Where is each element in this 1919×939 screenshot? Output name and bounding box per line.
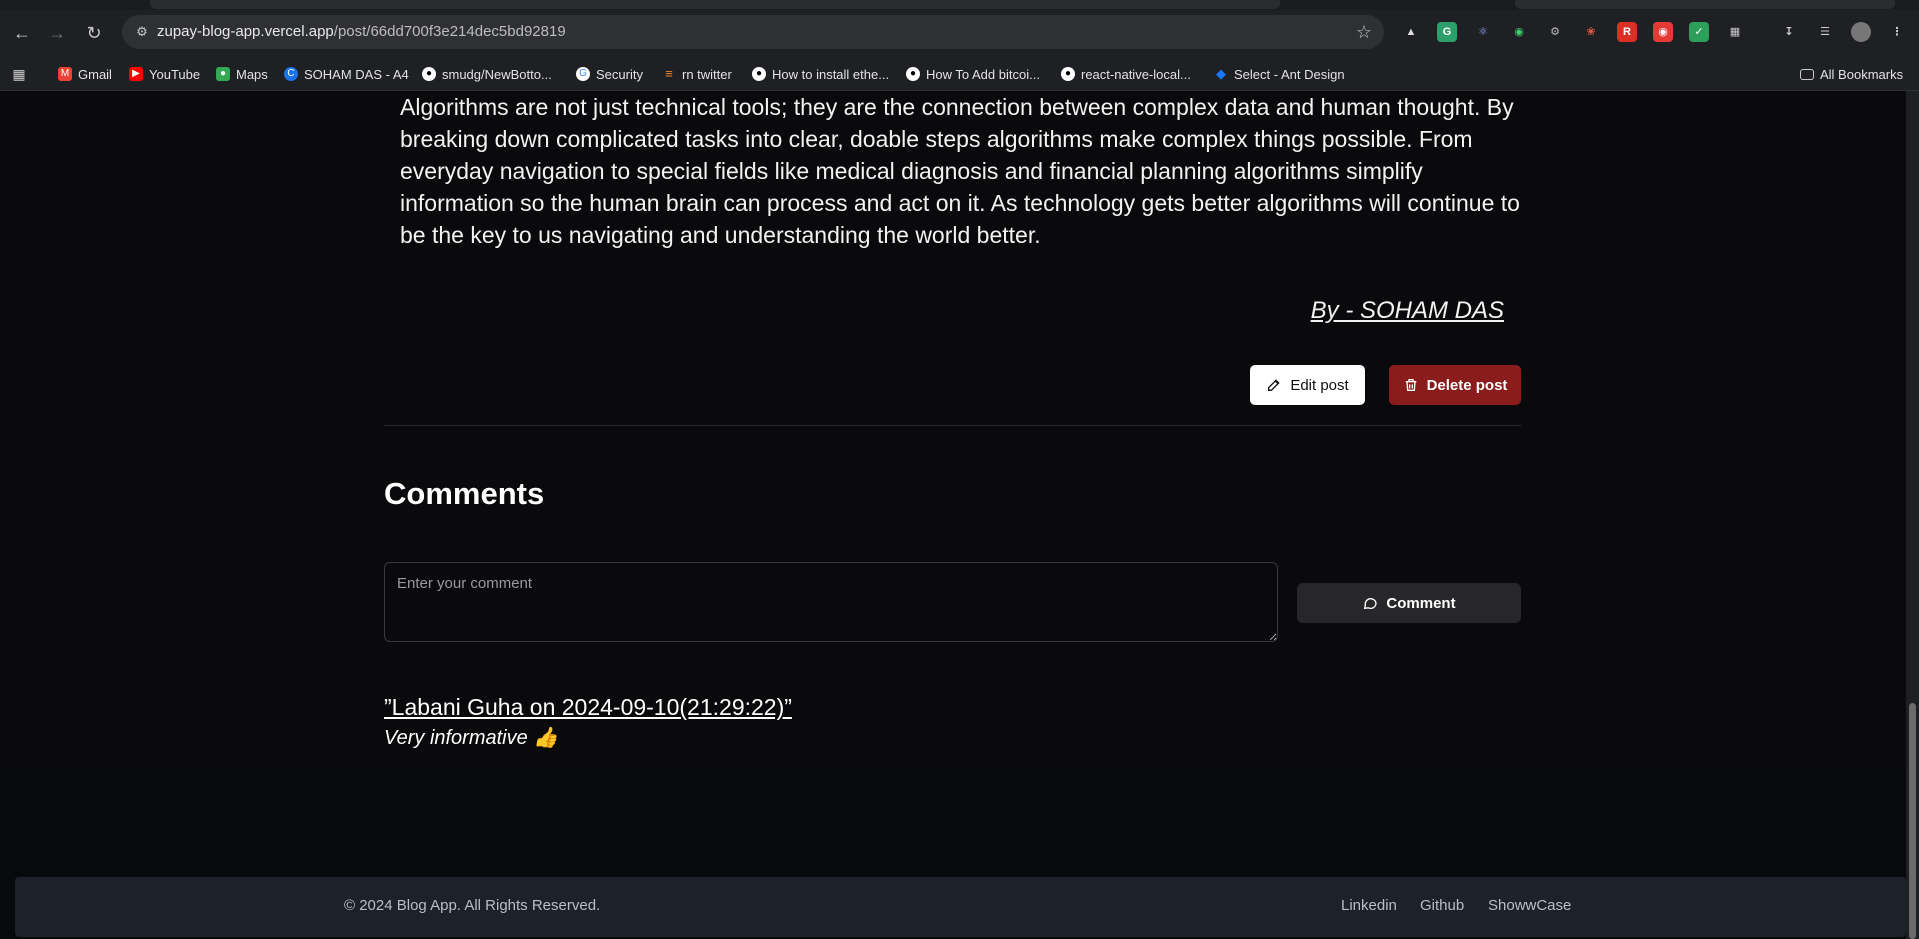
extension-red-icon[interactable]: R bbox=[1617, 22, 1637, 42]
site-settings-icon[interactable]: ⚙ bbox=[134, 24, 150, 40]
url-host: zupay-blog-app.vercel.app bbox=[157, 23, 334, 40]
google-icon: G bbox=[576, 67, 590, 81]
bookmark-rn-twitter[interactable]: ≡ rn twitter bbox=[662, 64, 732, 84]
bookmark-gmail[interactable]: M Gmail bbox=[58, 64, 112, 84]
github-icon: ● bbox=[1061, 67, 1075, 81]
pencil-icon bbox=[1268, 379, 1280, 391]
extension-react-icon[interactable]: ⚛ bbox=[1473, 22, 1493, 42]
bookmark-react-native-local[interactable]: ● react-native-local... bbox=[1061, 64, 1191, 84]
comment-submit-label: Comment bbox=[1386, 594, 1456, 612]
bookmark-add-bitcoin[interactable]: ● How To Add bitcoi... bbox=[906, 64, 1040, 84]
extension-triangle-icon[interactable]: ▲ bbox=[1401, 22, 1421, 42]
bookmark-label: react-native-local... bbox=[1081, 66, 1191, 82]
footer-link-showwcase[interactable]: ShowwCase bbox=[1488, 897, 1571, 914]
url-text: zupay-blog-app.vercel.app/post/66dd700f3… bbox=[157, 23, 566, 40]
github-icon: ● bbox=[752, 67, 766, 81]
browser-toolbar: ← → ↻ ⚙ zupay-blog-app.vercel.app/post/6… bbox=[0, 10, 1919, 56]
bookmark-maps[interactable]: ● Maps bbox=[216, 64, 268, 84]
edit-post-button[interactable]: Edit post bbox=[1250, 365, 1365, 405]
extension-shield-icon[interactable]: ✓ bbox=[1689, 22, 1709, 42]
footer-copyright: © 2024 Blog App. All Rights Reserved. bbox=[344, 897, 601, 914]
bookmark-smudg[interactable]: ● smudg/NewBotto... bbox=[422, 64, 552, 84]
article-paragraph: Algorithms are not just technical tools;… bbox=[400, 94, 1520, 248]
browser-chrome: ← → ↻ ⚙ zupay-blog-app.vercel.app/post/6… bbox=[0, 0, 1919, 91]
antd-icon: ◆ bbox=[1216, 66, 1226, 81]
address-bar[interactable]: ⚙ zupay-blog-app.vercel.app/post/66dd700… bbox=[122, 15, 1384, 49]
scrollbar-thumb[interactable] bbox=[1909, 703, 1916, 939]
extension-target-icon[interactable]: ◉ bbox=[1509, 22, 1529, 42]
stack-icon: ≡ bbox=[665, 66, 673, 81]
page-scrollbar[interactable] bbox=[1906, 91, 1919, 939]
edit-post-label: Edit post bbox=[1290, 376, 1349, 394]
bookmark-install-ethe[interactable]: ● How to install ethe... bbox=[752, 64, 889, 84]
bookmark-star-icon[interactable]: ☆ bbox=[1356, 22, 1372, 43]
youtube-icon: ▶ bbox=[129, 67, 143, 81]
message-circle-icon bbox=[1364, 598, 1378, 610]
bookmark-label: How To Add bitcoi... bbox=[926, 66, 1040, 82]
comment-author-line: ”Labani Guha on 2024-09-10(21:29:22)” bbox=[384, 694, 792, 720]
apps-grid-icon[interactable]: ▦ bbox=[12, 64, 32, 84]
url-path: /post/66dd700f3e214dec5bd92819 bbox=[333, 23, 566, 40]
site-footer: © 2024 Blog App. All Rights Reserved. Li… bbox=[15, 877, 1906, 937]
tab-strip bbox=[0, 0, 1919, 10]
footer-link-linkedin[interactable]: Linkedin bbox=[1341, 897, 1397, 914]
all-bookmarks-label: All Bookmarks bbox=[1820, 66, 1904, 82]
extension-record-icon[interactable]: ◉ bbox=[1653, 22, 1673, 42]
comment-submit-button[interactable]: Comment bbox=[1297, 583, 1521, 623]
active-tab[interactable] bbox=[150, 0, 1280, 9]
bookmark-security[interactable]: G Security bbox=[576, 64, 643, 84]
comments-heading: Comments bbox=[384, 476, 545, 511]
back-icon[interactable]: ← bbox=[10, 21, 34, 45]
extension-green-icon[interactable]: G bbox=[1437, 22, 1457, 42]
github-icon: ● bbox=[422, 67, 436, 81]
bookmark-label: How to install ethe... bbox=[772, 66, 890, 82]
section-divider bbox=[384, 425, 1521, 426]
article-byline[interactable]: By - SOHAM DAS bbox=[1311, 297, 1504, 325]
maps-icon: ● bbox=[216, 67, 230, 81]
extension-gear-icon[interactable]: ⚙ bbox=[1545, 22, 1565, 42]
forward-icon[interactable]: → bbox=[45, 21, 69, 45]
extensions-puzzle-icon[interactable]: ▦ bbox=[1725, 22, 1745, 42]
bookmark-label: Gmail bbox=[78, 66, 112, 82]
folder-icon bbox=[1800, 68, 1814, 80]
site-icon: C bbox=[284, 67, 298, 81]
delete-post-button[interactable]: Delete post bbox=[1389, 365, 1521, 405]
github-icon: ● bbox=[906, 67, 920, 81]
bookmark-label: Maps bbox=[236, 66, 268, 82]
profile-avatar[interactable] bbox=[1851, 22, 1871, 42]
bookmark-label: YouTube bbox=[149, 66, 201, 82]
trash-icon bbox=[1405, 379, 1416, 391]
bookmark-ant-design[interactable]: ◆ Select - Ant Design bbox=[1214, 64, 1345, 84]
bookmark-label: SOHAM DAS - A4 bbox=[304, 66, 409, 82]
extension-bug-icon[interactable]: ❀ bbox=[1581, 22, 1601, 42]
all-bookmarks[interactable]: All Bookmarks bbox=[1800, 64, 1903, 84]
page-viewport: Algorithms are not just technical tools;… bbox=[0, 91, 1906, 939]
comment-input[interactable] bbox=[384, 562, 1278, 642]
delete-post-label: Delete post bbox=[1426, 376, 1508, 394]
footer-link-github[interactable]: Github bbox=[1420, 897, 1464, 914]
bookmark-label: Security bbox=[596, 66, 643, 82]
browser-tab[interactable] bbox=[1515, 0, 1895, 9]
media-control-icon[interactable]: ☰ bbox=[1815, 22, 1835, 42]
bookmark-soham-das[interactable]: C SOHAM DAS - A4 bbox=[284, 64, 409, 84]
kebab-menu-icon[interactable]: ⋮ bbox=[1887, 22, 1907, 42]
bookmark-label: rn twitter bbox=[682, 66, 732, 82]
bookmarks-bar: ▦ M Gmail ▶ YouTube ● Maps C SOHAM DAS - A4 … bbox=[0, 56, 1919, 91]
bookmark-youtube[interactable]: ▶ YouTube bbox=[129, 64, 200, 84]
bookmark-label: Select - Ant Design bbox=[1234, 66, 1345, 82]
gmail-icon: M bbox=[58, 67, 72, 81]
bookmark-label: smudg/NewBotto... bbox=[442, 66, 552, 82]
comment-text: Very informative 👍 bbox=[384, 727, 559, 749]
download-icon[interactable]: ↧ bbox=[1779, 22, 1799, 42]
reload-icon[interactable]: ↻ bbox=[82, 21, 106, 45]
